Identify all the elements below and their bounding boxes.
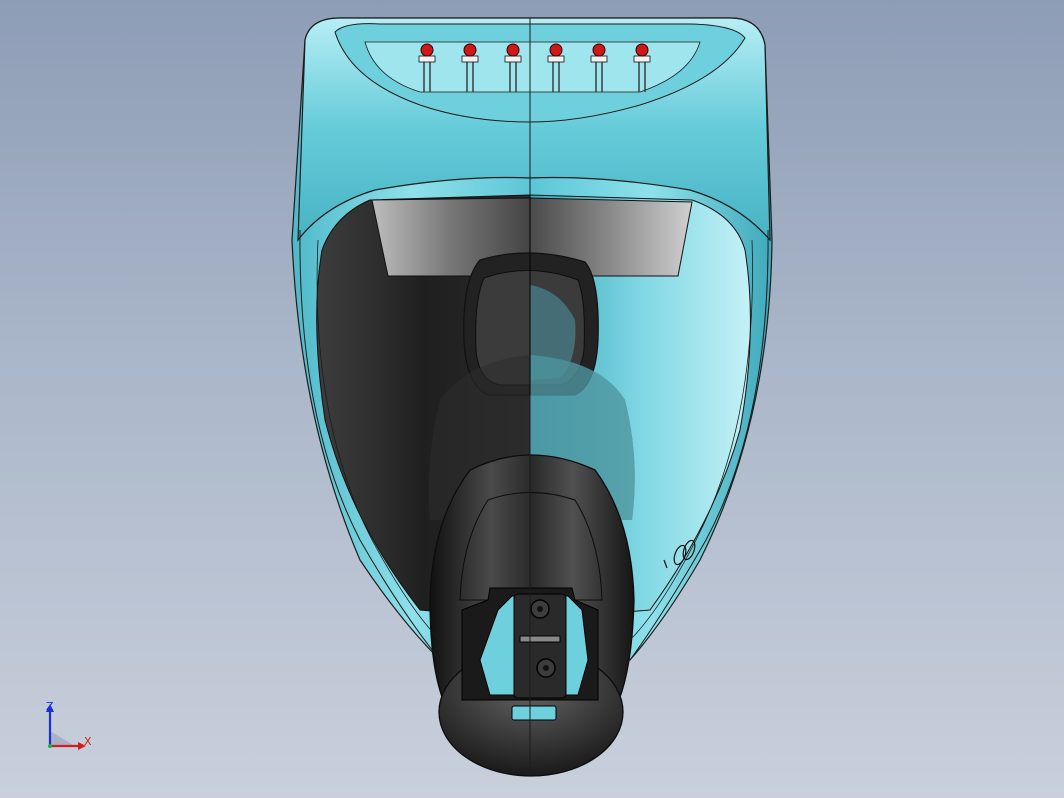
led-strip [364,41,701,93]
latch [511,705,557,721]
scanner-3d-model[interactable] [0,0,1064,798]
usb-slot [519,635,561,643]
cad-viewport[interactable]: Z X [0,0,1064,798]
x-axis-label: X [84,735,92,748]
z-axis-label: Z [46,700,54,713]
